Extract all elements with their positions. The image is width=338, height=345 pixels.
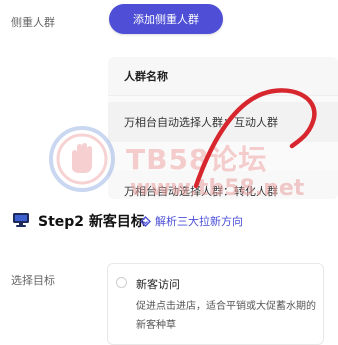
- add-focus-crowd-button[interactable]: 添加侧重人群: [109, 4, 223, 34]
- parse-directions-label: 解析三大拉新方向: [155, 215, 243, 228]
- table-row: 万相台自动选择人群：互动人群: [108, 102, 338, 142]
- watermark-title: TB58论坛: [126, 143, 268, 176]
- focus-crowd-label: 侧重人群: [11, 16, 55, 29]
- goal-option-description: 促进点击进店，适合平销或大促蓄水期的新客种草: [136, 301, 316, 331]
- diamond-icon: [140, 215, 151, 227]
- crowd-table-header: 人群名称: [108, 57, 338, 96]
- monitor-icon: [13, 213, 29, 227]
- page: 侧重人群 添加侧重人群 人群名称 万相台自动选择人群：互动人群 万相台自动选择人…: [0, 0, 338, 345]
- watermark-url: www.tb58.net: [130, 176, 305, 201]
- goal-option-radio[interactable]: [116, 277, 127, 288]
- goal-option-name: 新客访问: [136, 278, 180, 291]
- hand-logo: [49, 126, 115, 192]
- select-goal-label: 选择目标: [11, 274, 55, 287]
- parse-directions-link[interactable]: 解析三大拉新方向: [140, 213, 243, 229]
- step2-title: Step2 新客目标: [38, 214, 145, 230]
